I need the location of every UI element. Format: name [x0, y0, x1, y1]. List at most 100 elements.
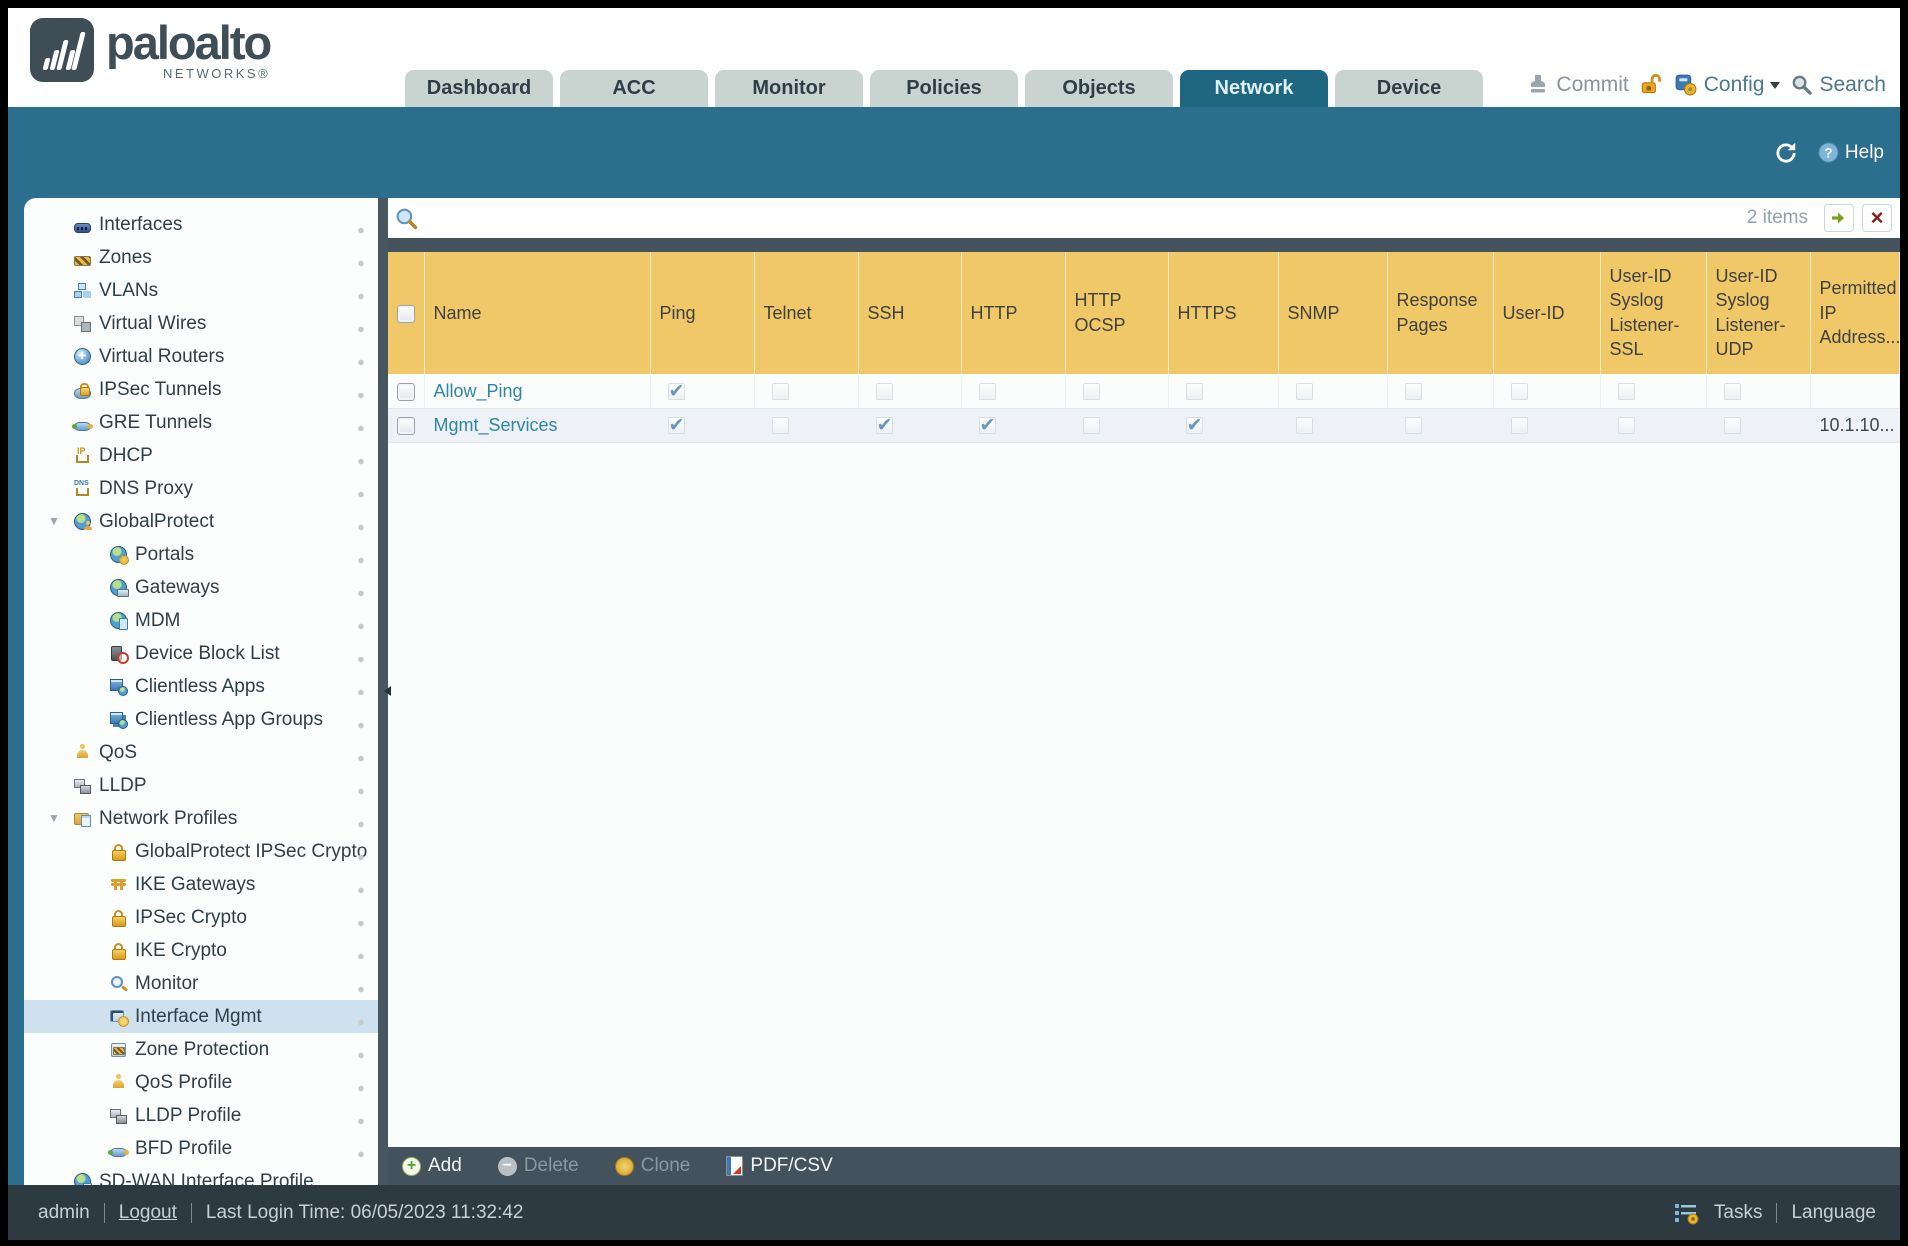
column-header-response-pages[interactable]: Response Pages: [1387, 252, 1494, 375]
clear-filter-button[interactable]: ×: [1862, 204, 1892, 232]
column-header-uid-syslog-ssl[interactable]: User-ID Syslog Listener-SSL: [1600, 252, 1707, 375]
sidebar-item-network-profiles[interactable]: ▼ Network Profiles: [24, 802, 378, 835]
https-checkbox[interactable]: [1185, 383, 1203, 401]
language-link[interactable]: Language: [1791, 1202, 1876, 1224]
sidebar-item-device-block-list[interactable]: Device Block List: [24, 637, 378, 670]
sidebar-item-zones[interactable]: Zones: [24, 241, 378, 274]
ssh-checkbox[interactable]: [875, 414, 893, 437]
vlans-icon: [74, 282, 91, 299]
http_ocsp-checkbox[interactable]: [1082, 383, 1100, 401]
sidebar-item-gateways[interactable]: Gateways: [24, 571, 378, 604]
sidebar-item-dns-proxy[interactable]: DNS Proxy: [24, 472, 378, 505]
tab-monitor[interactable]: Monitor: [715, 70, 863, 107]
sidebar-item-ipsec-crypto[interactable]: IPSec Crypto: [24, 901, 378, 934]
expander-icon[interactable]: ▼: [48, 514, 60, 528]
sidebar-item-lldp[interactable]: LLDP: [24, 769, 378, 802]
column-header-ping[interactable]: Ping: [650, 252, 755, 375]
http-checkbox[interactable]: [978, 414, 996, 437]
tab-acc[interactable]: ACC: [560, 70, 708, 107]
tab-device[interactable]: Device: [1335, 70, 1483, 107]
telnet-checkbox[interactable]: [771, 417, 789, 435]
cappg-icon: [110, 711, 128, 729]
lock-icon[interactable]: [1639, 73, 1663, 97]
column-header-permitted-ip[interactable]: Permitted IP Address...: [1810, 252, 1900, 375]
telnet-checkbox[interactable]: [771, 383, 789, 401]
sidebar-item-interface-mgmt[interactable]: Interface Mgmt: [24, 1000, 378, 1033]
refresh-icon[interactable]: [1773, 140, 1799, 166]
column-header-telnet[interactable]: Telnet: [754, 252, 859, 375]
sidebar-item-clientless-app-groups[interactable]: Clientless App Groups: [24, 703, 378, 736]
sidebar-item-gre-tunnels[interactable]: GRE Tunnels: [24, 406, 378, 439]
pdf-csv-button[interactable]: PDF/CSV: [726, 1155, 833, 1177]
tab-dashboard[interactable]: Dashboard: [405, 70, 553, 107]
column-header-http[interactable]: HTTP: [961, 252, 1066, 375]
sidebar-item-vlans[interactable]: VLANs: [24, 274, 378, 307]
sidebar-item-monitor[interactable]: Monitor: [24, 967, 378, 1000]
help-button[interactable]: ? Help: [1817, 141, 1884, 164]
column-header-http-ocsp[interactable]: HTTP OCSP: [1065, 252, 1169, 375]
sidebar-item-sd-wan-interface-profile[interactable]: SD-WAN Interface Profile: [24, 1165, 378, 1185]
search-menu[interactable]: Search: [1790, 73, 1886, 97]
column-header-snmp[interactable]: SNMP: [1278, 252, 1388, 375]
column-header-https[interactable]: HTTPS: [1168, 252, 1279, 375]
sidebar-item-interfaces[interactable]: Interfaces: [24, 208, 378, 241]
sidebar-item-qos[interactable]: QoS: [24, 736, 378, 769]
svg-text:?: ?: [1824, 145, 1832, 160]
row-select-checkbox[interactable]: [396, 382, 415, 401]
uid_syslog_udp-checkbox[interactable]: [1723, 383, 1741, 401]
ping-checkbox[interactable]: [667, 414, 685, 437]
filter-input[interactable]: [427, 207, 1739, 229]
sidebar-item-ipsec-tunnels[interactable]: IPSec Tunnels: [24, 373, 378, 406]
tab-network[interactable]: Network: [1180, 70, 1328, 107]
user_id-checkbox[interactable]: [1510, 383, 1528, 401]
column-header-ssh[interactable]: SSH: [858, 252, 962, 375]
sidebar-item-mdm[interactable]: MDM: [24, 604, 378, 637]
row-select-checkbox[interactable]: [396, 416, 415, 435]
response_pages-checkbox[interactable]: [1404, 383, 1422, 401]
tab-objects[interactable]: Objects: [1025, 70, 1173, 107]
sidebar-item-zone-protection[interactable]: Zone Protection: [24, 1033, 378, 1066]
column-header-user-id[interactable]: User-ID: [1493, 252, 1601, 375]
sidebar-item-virtual-routers[interactable]: Virtual Routers: [24, 340, 378, 373]
response_pages-checkbox[interactable]: [1404, 417, 1422, 435]
uid_syslog_ssl-checkbox[interactable]: [1617, 417, 1635, 435]
uid_syslog_ssl-checkbox[interactable]: [1617, 383, 1635, 401]
http-checkbox[interactable]: [978, 383, 996, 401]
sidebar-item-globalprotect[interactable]: ▼ GlobalProtect: [24, 505, 378, 538]
sidebar-item-qos-profile[interactable]: QoS Profile: [24, 1066, 378, 1099]
sidebar-item-globalprotect-ipsec-crypto[interactable]: GlobalProtect IPSec Crypto: [24, 835, 378, 868]
snmp-checkbox[interactable]: [1295, 417, 1313, 435]
sidebar-splitter[interactable]: [378, 198, 391, 1185]
capps-icon: [110, 678, 128, 696]
profile-name-link[interactable]: Mgmt_Services: [434, 415, 558, 435]
sidebar-item-label: SD-WAN Interface Profile: [99, 1170, 314, 1186]
expander-icon[interactable]: ▼: [48, 811, 60, 825]
column-header-name[interactable]: Name: [424, 252, 651, 375]
snmp-checkbox[interactable]: [1295, 383, 1313, 401]
https-checkbox[interactable]: [1185, 414, 1203, 437]
sidebar-item-clientless-apps[interactable]: Clientless Apps: [24, 670, 378, 703]
sidebar-item-virtual-wires[interactable]: Virtual Wires: [24, 307, 378, 340]
vrouters-icon: [74, 348, 91, 365]
uid_syslog_udp-checkbox[interactable]: [1723, 417, 1741, 435]
sidebar-item-ike-gateways[interactable]: IKE Gateways: [24, 868, 378, 901]
profile-name-link[interactable]: Allow_Ping: [434, 381, 523, 401]
user_id-checkbox[interactable]: [1510, 417, 1528, 435]
ssh-checkbox[interactable]: [875, 383, 893, 401]
tab-policies[interactable]: Policies: [870, 70, 1018, 107]
add-button[interactable]: + Add: [402, 1155, 462, 1177]
column-header-uid-syslog-udp[interactable]: User-ID Syslog Listener-UDP: [1706, 252, 1811, 375]
sidebar-item-bfd-profile[interactable]: BFD Profile: [24, 1132, 378, 1165]
logout-link[interactable]: Logout: [119, 1202, 177, 1224]
sidebar-item-portals[interactable]: Portals: [24, 538, 378, 571]
apply-filter-button[interactable]: [1824, 204, 1854, 232]
config-menu[interactable]: Config: [1673, 72, 1781, 97]
tasks-link[interactable]: Tasks: [1714, 1202, 1763, 1224]
sidebar-item-ike-crypto[interactable]: IKE Crypto: [24, 934, 378, 967]
commit-button[interactable]: Commit: [1526, 73, 1629, 97]
sidebar-item-lldp-profile[interactable]: LLDP Profile: [24, 1099, 378, 1132]
ping-checkbox[interactable]: [667, 380, 685, 403]
select-all-checkbox[interactable]: [396, 304, 415, 323]
http_ocsp-checkbox[interactable]: [1082, 417, 1100, 435]
sidebar-item-dhcp[interactable]: DHCP: [24, 439, 378, 472]
